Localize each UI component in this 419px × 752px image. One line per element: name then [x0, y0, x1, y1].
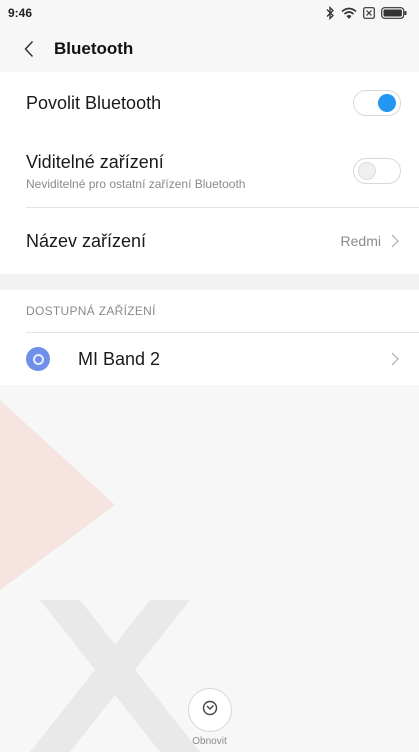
bluetooth-settings-screen: 9:46 Bluetooth Povolit Bluetooth Viditel…	[0, 0, 419, 752]
band-icon	[26, 347, 50, 371]
refresh-icon	[201, 699, 219, 722]
device-name-value-wrap: Redmi	[341, 233, 401, 249]
device-name-value: Redmi	[340, 233, 381, 249]
toggle-knob	[358, 162, 376, 180]
status-time: 9:46	[8, 6, 33, 20]
status-icons	[325, 6, 407, 20]
device-row-mi-band-2[interactable]: MI Band 2	[0, 333, 419, 385]
section-gap	[0, 274, 419, 290]
device-name: MI Band 2	[78, 348, 161, 369]
available-devices-header: DOSTUPNÁ ZAŘÍZENÍ	[26, 304, 156, 318]
refresh-label: Obnovit	[192, 736, 227, 747]
visible-device-subtitle: Neviditelné pro ostatní zařízení Bluetoo…	[26, 176, 246, 191]
bluetooth-icon	[325, 6, 335, 20]
bluetooth-settings-card: Povolit Bluetooth Viditelné zařízení Nev…	[0, 72, 419, 274]
enable-bluetooth-label: Povolit Bluetooth	[26, 92, 162, 113]
available-devices-card: DOSTUPNÁ ZAŘÍZENÍ MI Band 2	[0, 290, 419, 385]
chevron-right-icon	[391, 233, 401, 249]
visible-device-row[interactable]: Viditelné zařízení Neviditelné pro ostat…	[0, 134, 419, 208]
refresh-button[interactable]	[187, 688, 232, 732]
enable-bluetooth-row[interactable]: Povolit Bluetooth	[0, 72, 419, 134]
visible-device-toggle[interactable]	[353, 158, 401, 184]
back-arrow-icon[interactable]	[24, 39, 44, 59]
page-title: Bluetooth	[54, 39, 134, 58]
battery-icon	[381, 7, 407, 19]
top-app-bar: Bluetooth	[0, 26, 419, 72]
visible-device-text: Viditelné zařízení Neviditelné pro ostat…	[26, 152, 245, 191]
visible-device-label: Viditelné zařízení	[26, 151, 164, 172]
device-name-label: Název zařízení	[26, 230, 147, 251]
device-info: MI Band 2	[26, 347, 160, 371]
device-name-row[interactable]: Název zařízení Redmi	[0, 208, 419, 274]
toggle-knob	[378, 94, 396, 112]
wifi-icon	[341, 7, 357, 20]
enable-bluetooth-toggle[interactable]	[353, 90, 401, 116]
refresh-control: Obnovit	[0, 688, 419, 747]
no-sim-icon	[363, 7, 375, 19]
status-bar: 9:46	[0, 0, 419, 26]
chevron-right-icon	[391, 351, 401, 367]
